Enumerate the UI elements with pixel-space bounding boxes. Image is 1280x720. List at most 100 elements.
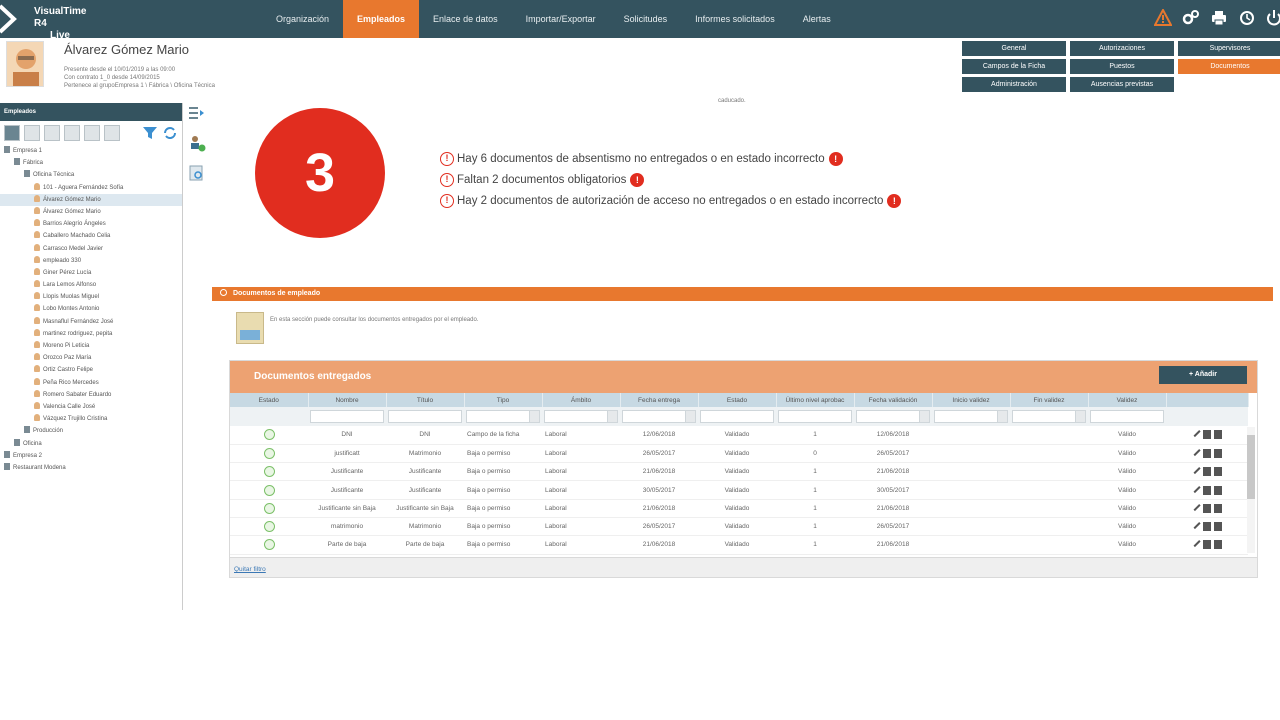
tab-autorizaciones[interactable]: Autorizaciones	[1070, 41, 1174, 56]
nav-informes-solicitados[interactable]: Informes solicitados	[681, 0, 789, 38]
add-person-icon[interactable]	[188, 134, 206, 152]
tree-item[interactable]: Llopis Muolas Miguel	[0, 291, 182, 303]
search-person-icon[interactable]	[188, 164, 206, 182]
edit-icon[interactable]	[1191, 465, 1201, 475]
gears-icon[interactable]	[1182, 9, 1200, 27]
edit-icon[interactable]	[1191, 520, 1201, 530]
tree-item[interactable]: empleado 330	[0, 255, 182, 267]
column-filter-input[interactable]	[622, 410, 696, 423]
tree-item[interactable]: Álvarez Gómez Mario	[0, 206, 182, 218]
column-header[interactable]: Nombre	[308, 393, 387, 407]
column-filter-input[interactable]	[466, 410, 540, 423]
alert-filled-icon[interactable]: !	[828, 151, 843, 166]
column-filter-input[interactable]	[934, 410, 1008, 423]
table-row[interactable]: Justificante sin Baja Justificante sin Ba…	[230, 499, 1248, 518]
view-icon[interactable]	[1203, 467, 1211, 477]
column-header[interactable]: Fecha entrega	[620, 393, 699, 407]
tree-item[interactable]: Orozco Paz María	[0, 352, 182, 364]
alert-filled-icon[interactable]: !	[630, 172, 645, 187]
tree-item[interactable]: Oficina Técnica	[0, 169, 182, 181]
column-header[interactable]: Estado	[230, 393, 309, 407]
column-header[interactable]: Fecha validación	[854, 393, 933, 407]
tree-item[interactable]: Fábrica	[0, 157, 182, 169]
delete-icon[interactable]	[1214, 467, 1222, 477]
column-header[interactable]: Validez	[1088, 393, 1167, 407]
collapse-icon[interactable]	[220, 289, 227, 296]
tree-item[interactable]: Álvarez Gómez Mario	[0, 193, 182, 206]
column-filter-input[interactable]	[1090, 410, 1164, 423]
table-row[interactable]: Parte de baja Parte de baja Baja o permiso…	[230, 535, 1248, 555]
tree-item[interactable]: Oficina	[0, 438, 182, 450]
tree-item[interactable]: Peña Rico Mercedes	[0, 377, 182, 389]
employee-filter-button[interactable]	[24, 125, 40, 141]
refresh-icon[interactable]	[162, 125, 178, 141]
alert-filled-icon[interactable]: !	[887, 193, 902, 208]
tab-ausencias-previstas[interactable]: Ausencias previstas	[1070, 77, 1174, 92]
tree-item[interactable]: Valencia Calle José	[0, 401, 182, 413]
tree-item[interactable]: Giner Pérez Lucía	[0, 267, 182, 279]
table-row[interactable]: justificatt Matrimonio Baja o permiso Labor…	[230, 444, 1248, 464]
column-filter-input[interactable]	[310, 410, 384, 423]
column-filter-input[interactable]	[856, 410, 930, 423]
view-icon[interactable]	[1203, 503, 1211, 513]
edit-icon[interactable]	[1191, 483, 1201, 493]
tab-puestos[interactable]: Puestos	[1070, 59, 1174, 74]
delete-icon[interactable]	[1214, 503, 1222, 513]
clear-filter-link[interactable]: Quitar filtro	[230, 566, 266, 573]
view-icon[interactable]	[1203, 448, 1211, 458]
tree-item[interactable]: Ortiz Castro Felipe	[0, 364, 182, 376]
tree-item[interactable]: Barrios Alegrío Ángeles	[0, 218, 182, 230]
filter-icon[interactable]	[142, 125, 158, 141]
power-icon[interactable]	[1266, 9, 1280, 27]
edit-icon[interactable]	[1191, 446, 1201, 457]
tree-item[interactable]: Empresa 2	[0, 450, 182, 462]
table-row[interactable]: Justificante Justificante Baja o permiso La…	[230, 480, 1248, 500]
view-icon[interactable]	[1203, 540, 1211, 550]
tree-item[interactable]: 101 - Aguera Fernández Sofía	[0, 182, 182, 194]
warning-icon[interactable]	[1154, 9, 1172, 27]
column-header[interactable]: Título	[386, 393, 465, 407]
column-header[interactable]: Fin validez	[1010, 393, 1089, 407]
present-employee-button[interactable]	[84, 125, 100, 141]
table-row[interactable]: DNI DNI Campo de la ficha Laboral 12/06/2018…	[230, 426, 1248, 445]
tree-item[interactable]: Vázquez Trujillo Cristina	[0, 413, 182, 425]
column-filter-input[interactable]	[544, 410, 618, 423]
column-filter-input[interactable]	[388, 410, 462, 423]
column-filter-input[interactable]	[700, 410, 774, 423]
tree-item[interactable]: martinez rodriguez, pepita	[0, 328, 182, 340]
tree-item[interactable]: Lara Lemos Alfonso	[0, 279, 182, 291]
column-header[interactable]: Tipo	[464, 393, 543, 407]
nav-alertas[interactable]: Alertas	[789, 0, 845, 38]
tab-supervisores[interactable]: Supervisores	[1178, 41, 1280, 56]
delete-icon[interactable]	[1214, 485, 1222, 495]
table-row[interactable]: matrimonio Matrimonio Baja o permiso Labora…	[230, 517, 1248, 537]
scrollbar-thumb[interactable]	[1247, 435, 1255, 499]
delete-icon[interactable]	[1214, 522, 1222, 532]
tree-item[interactable]: Restaurant Modena	[0, 462, 182, 474]
tree-item[interactable]: Carrasco Medel Javier	[0, 243, 182, 255]
nav-solicitudes[interactable]: Solicitudes	[610, 0, 682, 38]
print-icon[interactable]	[1210, 9, 1228, 27]
view-icon[interactable]	[1203, 430, 1211, 440]
add-document-button[interactable]: + Añadir	[1159, 366, 1247, 384]
column-header[interactable]: Último nivel aprobac	[776, 393, 855, 407]
view-icon[interactable]	[1203, 522, 1211, 532]
delete-icon[interactable]	[1214, 540, 1222, 550]
nav-empleados[interactable]: Empleados	[343, 0, 420, 38]
table-row[interactable]: Justificante Justificante Baja o permiso La…	[230, 462, 1248, 482]
edit-icon[interactable]	[1191, 501, 1201, 511]
nav-enlace-datos[interactable]: Enlace de datos	[419, 0, 512, 38]
absent-employee-button[interactable]	[104, 125, 120, 141]
delete-icon[interactable]	[1214, 430, 1222, 440]
delete-icon[interactable]	[1214, 448, 1222, 458]
column-header[interactable]: Ámbito	[542, 393, 621, 407]
column-filter-input[interactable]	[778, 410, 852, 423]
tree-view-button[interactable]	[4, 125, 20, 141]
column-header[interactable]: Inicio validez	[932, 393, 1011, 407]
remove-employee-button[interactable]	[64, 125, 80, 141]
tree-item[interactable]: Producción	[0, 425, 182, 437]
tree-item[interactable]: Empresa 1	[0, 145, 182, 157]
tab-administracion[interactable]: Administración	[962, 77, 1066, 92]
edit-icon[interactable]	[1191, 428, 1201, 438]
collapse-panel-icon[interactable]	[188, 104, 206, 122]
